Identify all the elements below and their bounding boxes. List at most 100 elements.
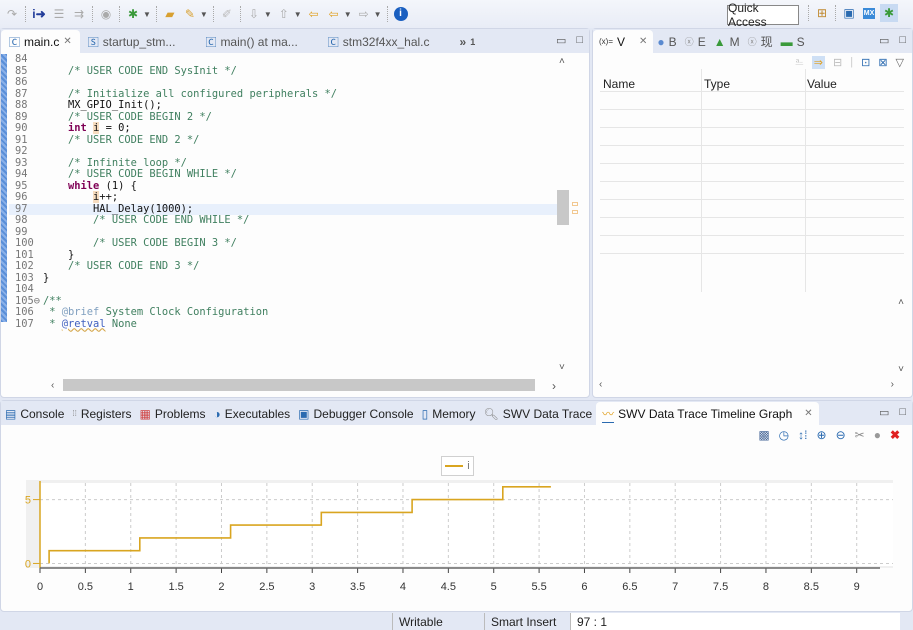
maximize-icon[interactable]: □ (899, 34, 906, 47)
tab-debugger-console[interactable]: ▣ Debugger Console (294, 402, 417, 425)
scroll-left-icon[interactable]: ‹ (599, 379, 602, 390)
scroll-up-icon[interactable]: ˄ (559, 56, 565, 67)
close-icon[interactable]: ✕ (804, 408, 812, 419)
snapshot-icon[interactable]: ▩ (758, 428, 769, 442)
table-row[interactable] (600, 91, 904, 92)
line-number[interactable]: 90 (9, 122, 43, 135)
clock-icon[interactable]: ◷ (779, 428, 789, 442)
table-row[interactable] (600, 163, 904, 164)
tab-swv-timeline-graph[interactable]: 〰 SWV Data Trace Timeline Graph ✕ (596, 402, 819, 425)
vertical-scrollbar[interactable]: ˄ ˅ (557, 54, 578, 374)
code-line[interactable]: 91 /* USER CODE END 2 */ (9, 134, 562, 147)
scroll-down-icon[interactable]: ˅ (898, 364, 904, 375)
debug-perspective-icon[interactable]: ✱ (880, 4, 898, 22)
tab-variables[interactable]: (x)= V ✕ (593, 30, 654, 53)
show-type-icon[interactable]: ⇒ (811, 56, 826, 69)
tab-overflow[interactable]: » 1 (452, 30, 484, 53)
tab-stm32f4xx-hal[interactable]: 🄲 stm32f4xx_hal.c (320, 30, 438, 53)
edit-icon[interactable]: ✐ (218, 5, 236, 23)
pen-icon[interactable]: ✎ (181, 5, 199, 23)
occurrence-marker[interactable] (572, 210, 578, 214)
chevron-down-icon[interactable]: ▼ (294, 10, 302, 19)
code-line[interactable]: 103} (9, 272, 562, 285)
minimize-icon[interactable]: ▭ (879, 34, 889, 47)
tab-problems[interactable]: ▦ Problems (136, 402, 210, 425)
table-row[interactable] (600, 199, 904, 200)
view-menu-icon[interactable]: ▽ (896, 56, 904, 69)
occurrence-marker[interactable] (572, 202, 578, 206)
code-line[interactable]: 107 * @retval None (9, 318, 562, 331)
line-number[interactable]: 98 (9, 214, 43, 227)
tab-swv-data-trace[interactable]: 🔍︎ SWV Data Trace (480, 402, 597, 425)
maximize-icon[interactable]: □ (899, 406, 906, 419)
quick-access-field[interactable]: Quick Access (727, 1, 799, 29)
forward-icon[interactable]: ⇨ (355, 5, 373, 23)
tab-live-expressions[interactable]: ⓧ 现 (744, 30, 777, 53)
step-over-icon[interactable]: ☰ (50, 5, 68, 23)
minimize-icon[interactable]: ▭ (556, 34, 566, 47)
tab-memory[interactable]: ▯ Memory (418, 402, 480, 425)
close-icon[interactable]: ✕ (639, 36, 647, 47)
close-icon[interactable]: ✕ (63, 36, 71, 47)
step-return-icon[interactable]: ⇉ (70, 5, 88, 23)
pin-icon[interactable]: ⊠ (878, 56, 887, 69)
line-number[interactable]: 106 (9, 306, 43, 319)
prev-icon[interactable]: ⇦ (325, 5, 343, 23)
line-number[interactable]: 104 (9, 283, 43, 296)
table-row[interactable] (600, 181, 904, 182)
tab-modules[interactable]: ▲ M (710, 30, 744, 53)
tab-executables[interactable]: ◑ Executables (210, 402, 295, 425)
scroll-thumb[interactable] (557, 190, 569, 225)
line-number[interactable]: 94 (9, 168, 43, 181)
scale-icon[interactable]: ↕⁞ (798, 428, 807, 442)
column-divider[interactable] (805, 69, 806, 292)
tab-console[interactable]: ▤ Console (1, 402, 68, 425)
minimize-icon[interactable]: ▭ (879, 406, 889, 419)
line-number[interactable]: 86 (9, 76, 43, 89)
chevron-down-icon[interactable]: ▼ (200, 10, 208, 19)
scroll-right-icon[interactable]: › (891, 379, 894, 390)
new-icon[interactable]: ⊡ (861, 56, 870, 69)
settings-icon[interactable]: ✂ (855, 428, 865, 442)
table-row[interactable] (600, 253, 904, 254)
code-line[interactable]: 104 (9, 283, 562, 296)
chevron-down-icon[interactable]: ▼ (143, 10, 151, 19)
line-number[interactable]: 96 (9, 191, 43, 204)
back-icon[interactable]: ⇦ (305, 5, 323, 23)
chart-legend[interactable]: i (441, 456, 474, 476)
scroll-down-icon[interactable]: ˅ (559, 362, 565, 373)
code-line[interactable]: 100 /* USER CODE BEGIN 3 */ (9, 237, 562, 250)
open-folder-icon[interactable]: ▰ (161, 5, 179, 23)
zoom-in-icon[interactable]: ⊕ (817, 428, 827, 442)
table-row[interactable] (600, 217, 904, 218)
line-number[interactable]: 107 (9, 318, 43, 331)
debug-icon[interactable]: ✱ (124, 5, 142, 23)
tab-breakpoints[interactable]: ● B (653, 30, 680, 53)
chevron-down-icon[interactable]: ▼ (264, 10, 272, 19)
code-line[interactable]: 96 i++; (9, 191, 562, 204)
nav-icon[interactable]: ⇧ (275, 5, 293, 23)
chevron-down-icon[interactable]: ▼ (344, 10, 352, 19)
stop-icon[interactable]: ✖ (890, 428, 900, 442)
scroll-right-icon[interactable]: › (552, 379, 556, 393)
table-row[interactable] (600, 127, 904, 128)
c-perspective-icon[interactable]: ▣ (840, 4, 858, 22)
redo-icon[interactable]: ↷ (3, 5, 21, 23)
step-into-icon[interactable]: i➜ (30, 5, 48, 23)
line-number[interactable]: 100 (9, 237, 43, 250)
tab-startup[interactable]: 🅂 startup_stm... (80, 30, 184, 53)
line-number[interactable]: 102 (9, 260, 43, 273)
code-line[interactable]: 98 /* USER CODE END WHILE */ (9, 214, 562, 227)
chevron-down-icon[interactable]: ▼ (374, 10, 382, 19)
scroll-up-icon[interactable]: ˄ (898, 297, 904, 308)
collapse-all-icon[interactable]: ⊟ (833, 56, 842, 69)
table-row[interactable] (600, 235, 904, 236)
line-number[interactable]: 92 (9, 145, 43, 158)
suspend-icon[interactable]: ◉ (97, 5, 115, 23)
code-line[interactable]: 85 /* USER CODE END SysInit */ (9, 65, 562, 78)
line-number[interactable]: 88 (9, 99, 43, 112)
annotation-icon[interactable]: ⇩ (245, 5, 263, 23)
code-line[interactable]: 102 /* USER CODE END 3 */ (9, 260, 562, 273)
horizontal-scroll-thumb[interactable] (63, 379, 535, 391)
info-icon[interactable]: i (392, 5, 410, 23)
